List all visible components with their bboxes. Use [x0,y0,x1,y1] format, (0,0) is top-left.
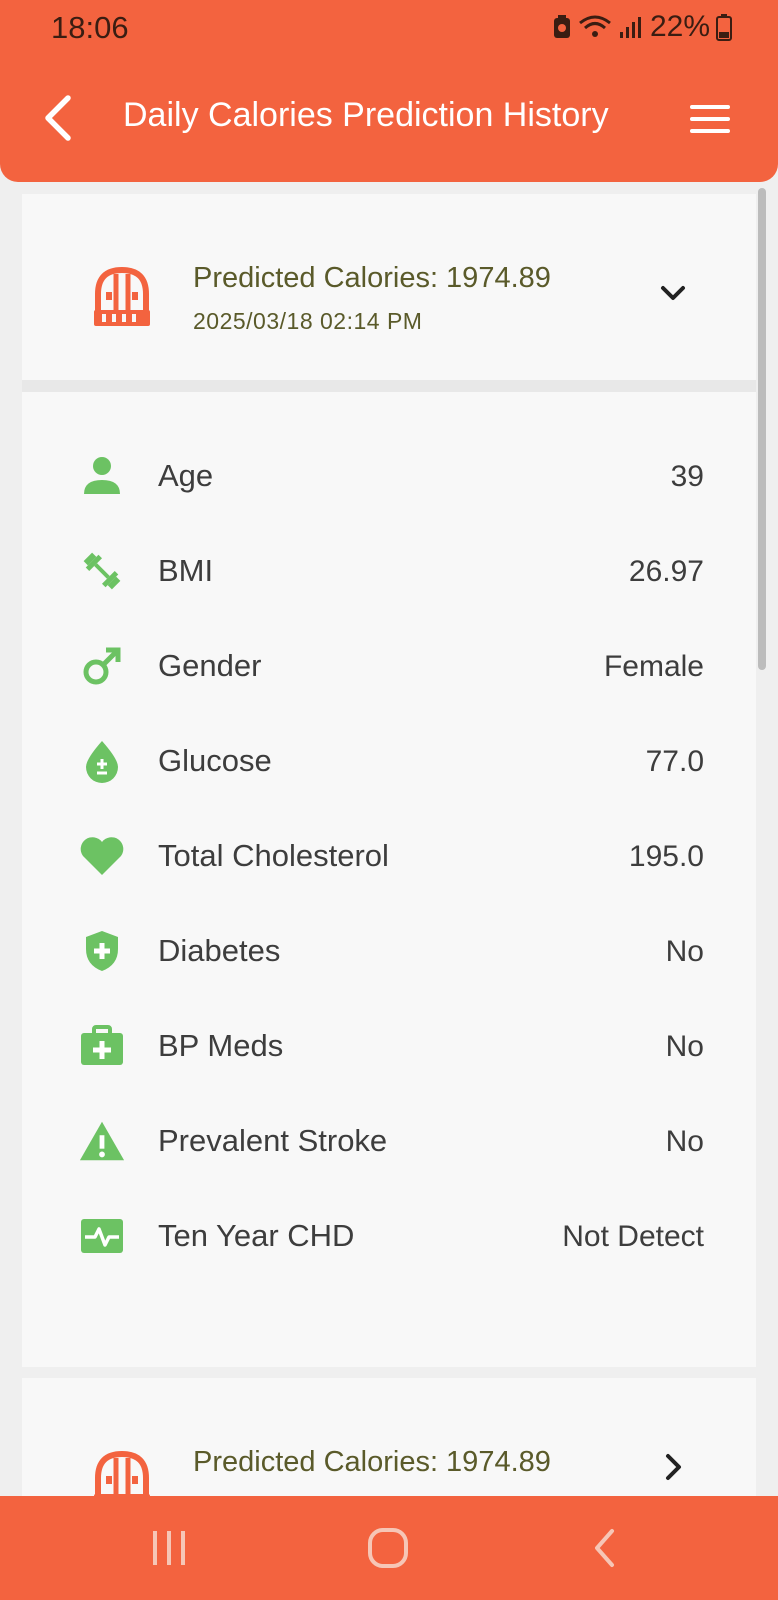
detail-value: No [665,1125,704,1158]
back-nav-icon [595,1529,614,1567]
detail-value: 77.0 [645,745,704,778]
detail-value: Female [603,650,704,683]
menu-button[interactable] [690,104,730,134]
battery-percent: 22% [649,10,710,43]
heart-icon [78,832,126,880]
history-card-header[interactable]: Predicted Calories: 1974.89 [22,1378,756,1496]
detail-label: Diabetes [158,933,281,968]
detail-label: Age [158,458,214,493]
page-title: Daily Calories Prediction History [123,96,609,134]
detail-value: 39 [670,460,704,493]
prediction-date: 2025/03/18 02:14 PM [193,308,423,334]
detail-label: Ten Year CHD [158,1218,355,1253]
home-button[interactable] [358,1526,418,1570]
detail-label: BP Meds [158,1028,284,1063]
chevron-right-icon[interactable] [658,1452,688,1482]
detail-row-bmi: BMI 26.97 [22,547,756,642]
male-symbol-icon [78,642,126,690]
chevron-left-icon [45,95,71,141]
app-header: 18:06 22% Daily Calories Prediction Hist… [0,0,778,182]
detail-row-diabetes: Diabetes No [22,927,756,1022]
hamburger-icon [690,105,730,133]
history-card-header[interactable]: Predicted Calories: 1974.89 2025/03/18 0… [22,194,756,380]
history-card: Predicted Calories: 1974.89 2025/03/18 0… [22,194,756,1367]
battery-icon [716,14,732,41]
detail-row-bp-meds: BP Meds No [22,1022,756,1117]
predicted-calories: Predicted Calories: 1974.89 [193,262,551,294]
back-nav-button[interactable] [575,1526,635,1570]
detail-label: BMI [158,553,214,588]
divider [22,380,756,392]
status-bar: 18:06 22% [0,0,778,56]
scrollbar[interactable] [758,188,766,670]
shield-plus-icon [78,927,126,975]
detail-label: Prevalent Stroke [158,1123,388,1158]
detail-value: No [665,1030,704,1063]
detail-value: 26.97 [628,555,704,588]
detail-row-glucose: Glucose 77.0 [22,737,756,832]
predicted-calories: Predicted Calories: 1974.89 [193,1446,551,1478]
dome-icon [90,1448,154,1496]
history-list[interactable]: Predicted Calories: 1974.89 2025/03/18 0… [0,182,778,1496]
detail-label: Glucose [158,743,272,778]
signal-icon [619,17,641,38]
detail-label: Gender [158,648,262,683]
wifi-icon [579,15,611,37]
detail-row-cholesterol: Total Cholesterol 195.0 [22,832,756,927]
detail-row-age: Age 39 [22,452,756,547]
home-icon [368,1528,408,1568]
medkit-icon [78,1022,126,1070]
status-icons: 22% [552,10,732,44]
recent-apps-icon [153,1531,185,1565]
details-list: Age 39 BMI 26.97 Gender Female Glucose 7… [22,392,756,1367]
glucose-drop-icon [78,737,126,785]
detail-value: 195.0 [628,840,704,873]
dome-icon [90,264,154,330]
battery-saver-icon [553,15,570,38]
dumbbell-icon [78,547,126,595]
recent-apps-button[interactable] [139,1526,199,1570]
detail-row-stroke: Prevalent Stroke No [22,1117,756,1212]
detail-label: Total Cholesterol [158,838,389,873]
status-time: 18:06 [51,10,129,45]
person-icon [78,452,126,500]
back-button[interactable] [38,92,78,144]
heartbeat-icon [78,1212,126,1260]
warning-icon [78,1117,126,1165]
detail-value: No [665,935,704,968]
history-card: Predicted Calories: 1974.89 [22,1378,756,1496]
detail-row-chd: Ten Year CHD Not Detect [22,1212,756,1307]
chevron-down-icon[interactable] [658,278,688,308]
detail-row-gender: Gender Female [22,642,756,737]
detail-value: Not Detect [562,1220,704,1253]
system-nav-bar [0,1496,778,1600]
